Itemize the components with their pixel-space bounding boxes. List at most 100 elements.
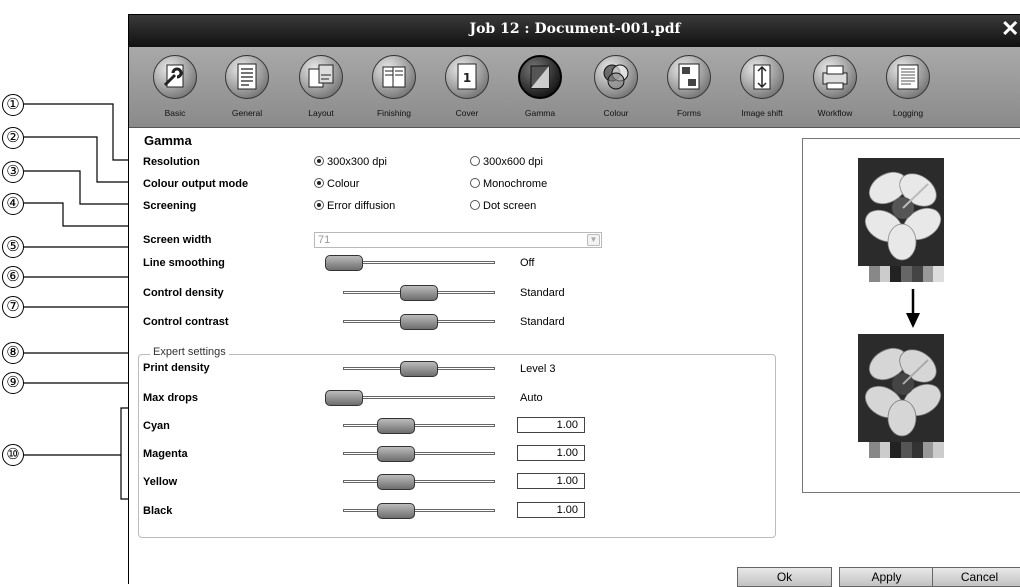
colour-output-mode-label: Colour output mode xyxy=(143,178,249,190)
tab-gamma[interactable]: Gamma xyxy=(508,47,568,127)
callout-1: ① xyxy=(2,94,24,116)
error-diffusion-radio[interactable]: Error diffusion xyxy=(314,200,395,212)
callout-9: ⑨ xyxy=(2,372,24,394)
resolution-300x600-radio[interactable]: 300x600 dpi xyxy=(470,156,543,168)
dot-screen-radio[interactable]: Dot screen xyxy=(470,200,536,212)
tab-gamma-label: Gamma xyxy=(524,108,556,118)
tab-image-shift[interactable]: Image shift xyxy=(730,47,790,127)
colour-radio[interactable]: Colour xyxy=(314,178,359,190)
yellow-input[interactable]: 1.00 xyxy=(517,473,585,489)
tab-colour-label: Colour xyxy=(603,108,629,118)
tab-layout-label: Layout xyxy=(308,108,334,118)
monochrome-radio[interactable]: Monochrome xyxy=(470,178,547,190)
tab-forms-label: Forms xyxy=(676,108,702,118)
yellow-slider[interactable] xyxy=(343,474,495,490)
gamma-preview-panel xyxy=(802,138,1020,493)
screening-label: Screening xyxy=(143,200,197,212)
magenta-input[interactable]: 1.00 xyxy=(517,445,585,461)
callout-5: ⑤ xyxy=(2,236,24,258)
tab-cover[interactable]: 1 Cover xyxy=(435,47,495,127)
colour-circles-icon xyxy=(603,64,629,90)
control-density-label: Control density xyxy=(143,287,224,299)
tab-forms[interactable]: Forms xyxy=(657,47,717,127)
control-contrast-label: Control contrast xyxy=(143,316,229,328)
control-density-slider[interactable] xyxy=(343,285,495,301)
tab-finishing-label: Finishing xyxy=(376,108,412,118)
job-settings-window: Job 12 : Document-001.pdf ✕ Basic Genera… xyxy=(128,14,1020,587)
slider-thumb[interactable] xyxy=(325,255,363,271)
tab-general-label: General xyxy=(231,108,263,118)
slider-thumb[interactable] xyxy=(400,361,438,377)
radio-selected-icon xyxy=(314,178,324,188)
callout-4: ④ xyxy=(2,193,24,215)
document-icon xyxy=(237,63,257,90)
category-toolbar: Basic General Layout Finishing 1 Cover G… xyxy=(129,47,1020,128)
cancel-button[interactable]: Cancel xyxy=(932,567,1020,587)
forms-icon xyxy=(678,63,700,90)
preview-swatches-after xyxy=(858,442,944,458)
gamma-gradient-icon xyxy=(530,65,550,89)
callout-3: ③ xyxy=(2,161,24,183)
slider-thumb[interactable] xyxy=(400,285,438,301)
cyan-input[interactable]: 1.00 xyxy=(517,417,585,433)
black-label: Black xyxy=(143,505,173,517)
black-input[interactable]: 1.00 xyxy=(517,502,585,518)
close-icon[interactable]: ✕ xyxy=(1001,18,1020,42)
chevron-down-icon: ▼ xyxy=(587,234,600,246)
black-slider[interactable] xyxy=(343,503,495,519)
radio-unselected-icon xyxy=(470,156,480,166)
preview-swatches-before xyxy=(858,266,944,282)
slider-thumb[interactable] xyxy=(377,418,415,434)
resolution-label: Resolution xyxy=(143,156,200,168)
radio-unselected-icon xyxy=(470,200,480,210)
tab-workflow[interactable]: Workflow xyxy=(803,47,863,127)
apply-button[interactable]: Apply xyxy=(839,567,934,587)
print-density-value: Level 3 xyxy=(520,363,556,375)
slider-thumb[interactable] xyxy=(377,503,415,519)
layout-pages-icon xyxy=(308,64,334,88)
tab-image-shift-label: Image shift xyxy=(741,108,783,118)
expert-settings-legend: Expert settings xyxy=(150,346,229,358)
resolution-300x300-radio[interactable]: 300x300 dpi xyxy=(314,156,387,168)
callout-gutter: ① ② ③ ④ ⑤ ⑥ ⑦ ⑧ ⑨ ⑩ xyxy=(0,0,140,583)
workflow-printer-icon xyxy=(822,65,848,90)
callout-8: ⑧ xyxy=(2,342,24,364)
slider-thumb[interactable] xyxy=(377,446,415,462)
yellow-label: Yellow xyxy=(143,476,178,488)
line-smoothing-slider[interactable] xyxy=(325,255,495,271)
tab-logging-label: Logging xyxy=(892,108,924,118)
ok-button[interactable]: Ok xyxy=(737,567,832,587)
section-title: Gamma xyxy=(144,133,192,148)
print-density-slider[interactable] xyxy=(343,361,495,377)
screen-width-select[interactable]: 71 ▼ xyxy=(314,232,602,248)
slider-thumb[interactable] xyxy=(377,474,415,490)
callout-6: ⑥ xyxy=(2,266,24,288)
radio-selected-icon xyxy=(314,156,324,166)
preview-image-before xyxy=(858,158,944,266)
control-contrast-slider[interactable] xyxy=(343,314,495,330)
print-density-label: Print density xyxy=(143,362,210,374)
tab-basic[interactable]: Basic xyxy=(143,47,203,127)
radio-selected-icon xyxy=(314,200,324,210)
slider-thumb[interactable] xyxy=(400,314,438,330)
cyan-slider[interactable] xyxy=(343,418,495,434)
magenta-slider[interactable] xyxy=(343,446,495,462)
control-density-value: Standard xyxy=(520,287,565,299)
slider-thumb[interactable] xyxy=(325,390,363,406)
cyan-label: Cyan xyxy=(143,420,170,432)
tab-logging[interactable]: Logging xyxy=(876,47,936,127)
screen-width-label: Screen width xyxy=(143,234,212,246)
tab-layout[interactable]: Layout xyxy=(289,47,349,127)
callout-2: ② xyxy=(2,127,24,149)
tab-general[interactable]: General xyxy=(215,47,275,127)
radio-unselected-icon xyxy=(470,178,480,188)
tab-finishing[interactable]: Finishing xyxy=(362,47,422,127)
callout-leader-lines xyxy=(24,103,132,500)
wrench-document-icon xyxy=(163,64,184,88)
tab-colour[interactable]: Colour xyxy=(584,47,644,127)
window-title: Job 12 : Document-001.pdf xyxy=(469,21,681,37)
stapled-pages-icon xyxy=(382,66,406,88)
max-drops-value: Auto xyxy=(520,392,543,404)
line-smoothing-value: Off xyxy=(520,257,535,269)
max-drops-slider[interactable] xyxy=(325,390,495,406)
